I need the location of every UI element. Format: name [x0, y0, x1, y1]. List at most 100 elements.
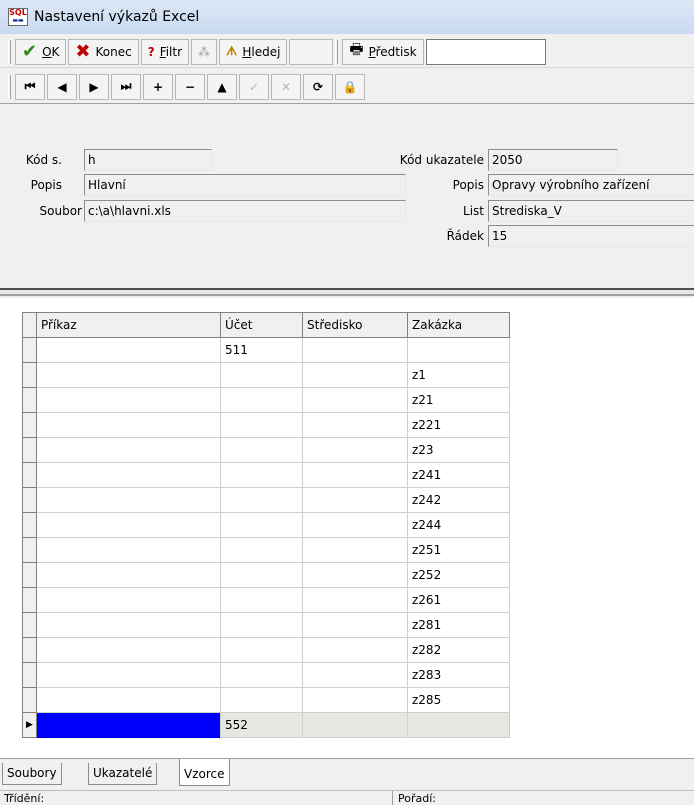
table-row[interactable]: z242 [22, 487, 510, 513]
cell-stredisko[interactable] [302, 687, 408, 713]
row-indicator[interactable] [22, 437, 37, 463]
cell-ucet[interactable]: 552 [220, 712, 303, 738]
splitter[interactable] [0, 288, 694, 296]
table-row[interactable]: 511 [22, 337, 510, 363]
row-indicator[interactable] [22, 587, 37, 613]
kod-ukazatele-field[interactable]: 2050 [488, 149, 618, 171]
first-record-button[interactable]: ⏮ [15, 73, 45, 100]
hledej-button[interactable]: ᗑ Hledej [219, 38, 288, 65]
cell-stredisko[interactable] [302, 387, 408, 413]
table-row[interactable]: z285 [22, 687, 510, 713]
row-indicator[interactable] [22, 687, 37, 713]
cell-zakazka[interactable]: z241 [407, 462, 510, 488]
tab-vzorce[interactable]: Vzorce [179, 759, 230, 786]
column-header-stredisko[interactable]: Středisko [302, 312, 408, 338]
cell-ucet[interactable] [220, 387, 303, 413]
cell-stredisko[interactable] [302, 562, 408, 588]
cell-stredisko[interactable] [302, 487, 408, 513]
table-row[interactable]: z281 [22, 612, 510, 638]
cell-ucet[interactable]: 511 [220, 337, 303, 363]
cell-zakazka[interactable]: z285 [407, 687, 510, 713]
cell-ucet[interactable] [220, 562, 303, 588]
table-row[interactable]: z283 [22, 662, 510, 688]
post-record-button[interactable]: ✓ [239, 73, 269, 100]
cell-prikaz[interactable] [36, 537, 221, 563]
cell-ucet[interactable] [220, 437, 303, 463]
row-indicator[interactable] [22, 562, 37, 588]
cell-stredisko[interactable] [302, 612, 408, 638]
cell-zakazka[interactable]: z1 [407, 362, 510, 388]
cancel-record-button[interactable]: ✕ [271, 73, 301, 100]
predtisk-button[interactable]: 🖶 Předtisk [342, 38, 424, 65]
cell-zakazka[interactable]: z244 [407, 512, 510, 538]
tab-ukazatele[interactable]: Ukazatelé [88, 763, 158, 785]
cell-stredisko[interactable] [302, 437, 408, 463]
cell-zakazka[interactable]: z282 [407, 637, 510, 663]
refresh-button[interactable]: ⟳ [303, 73, 333, 100]
cell-prikaz[interactable] [36, 462, 221, 488]
row-indicator[interactable] [22, 637, 37, 663]
cell-prikaz[interactable] [36, 562, 221, 588]
toolbar-grip-2[interactable] [335, 39, 339, 64]
cell-prikaz[interactable] [36, 587, 221, 613]
cell-prikaz[interactable] [36, 387, 221, 413]
cell-stredisko[interactable] [302, 362, 408, 388]
edit-record-button[interactable]: ▲ [207, 73, 237, 100]
cell-zakazka[interactable]: z281 [407, 612, 510, 638]
table-row[interactable]: z282 [22, 637, 510, 663]
cell-zakazka[interactable]: z252 [407, 562, 510, 588]
cell-stredisko[interactable] [302, 512, 408, 538]
cell-prikaz[interactable] [36, 512, 221, 538]
row-indicator[interactable]: ▶ [22, 712, 37, 738]
table-row[interactable]: z252 [22, 562, 510, 588]
insert-record-button[interactable]: + [143, 73, 173, 100]
cell-zakazka[interactable] [407, 337, 510, 363]
table-row[interactable]: z1 [22, 362, 510, 388]
row-indicator[interactable] [22, 512, 37, 538]
cell-stredisko[interactable] [302, 462, 408, 488]
row-indicator[interactable] [22, 537, 37, 563]
table-row[interactable]: z251 [22, 537, 510, 563]
cell-ucet[interactable] [220, 462, 303, 488]
table-row[interactable]: z21 [22, 387, 510, 413]
filtr-button[interactable]: ? Filtr [140, 38, 190, 65]
row-indicator[interactable] [22, 337, 37, 363]
cell-stredisko[interactable] [302, 662, 408, 688]
cell-ucet[interactable] [220, 662, 303, 688]
tab-soubory[interactable]: Soubory [2, 763, 62, 785]
next-record-button[interactable]: ▶ [79, 73, 109, 100]
column-header-zakazka[interactable]: Zakázka [407, 312, 510, 338]
cell-stredisko[interactable] [302, 712, 408, 738]
soubor-field[interactable]: c:\a\hlavni.xls [84, 200, 406, 222]
cell-prikaz[interactable] [36, 637, 221, 663]
cell-ucet[interactable] [220, 362, 303, 388]
grid-corner[interactable] [22, 312, 37, 338]
list-field[interactable]: Strediska_V [488, 200, 694, 222]
cell-stredisko[interactable] [302, 537, 408, 563]
row-indicator[interactable] [22, 362, 37, 388]
table-row[interactable]: z241 [22, 462, 510, 488]
cell-stredisko[interactable] [302, 637, 408, 663]
radek-field[interactable]: 15 [488, 225, 694, 247]
cell-zakazka[interactable]: z21 [407, 387, 510, 413]
kod-s-field[interactable]: h [84, 149, 212, 171]
table-row[interactable]: ▶ 552 [22, 712, 510, 738]
cell-prikaz[interactable] [36, 487, 221, 513]
cell-prikaz[interactable] [36, 362, 221, 388]
cell-prikaz[interactable] [36, 337, 221, 363]
row-indicator[interactable] [22, 662, 37, 688]
lock-button[interactable]: 🔒 [335, 73, 365, 100]
toolbar-grip[interactable] [8, 39, 11, 64]
cell-prikaz[interactable] [36, 712, 221, 738]
cell-stredisko[interactable] [302, 337, 408, 363]
cell-zakazka[interactable]: z261 [407, 587, 510, 613]
cell-ucet[interactable] [220, 487, 303, 513]
cell-prikaz[interactable] [36, 612, 221, 638]
row-indicator[interactable] [22, 462, 37, 488]
cell-prikaz[interactable] [36, 662, 221, 688]
navigator-grip[interactable] [8, 74, 11, 99]
cell-prikaz[interactable] [36, 412, 221, 438]
predtisk-combo[interactable] [425, 38, 546, 65]
prior-record-button[interactable]: ◀ [47, 73, 77, 100]
table-row[interactable]: z261 [22, 587, 510, 613]
